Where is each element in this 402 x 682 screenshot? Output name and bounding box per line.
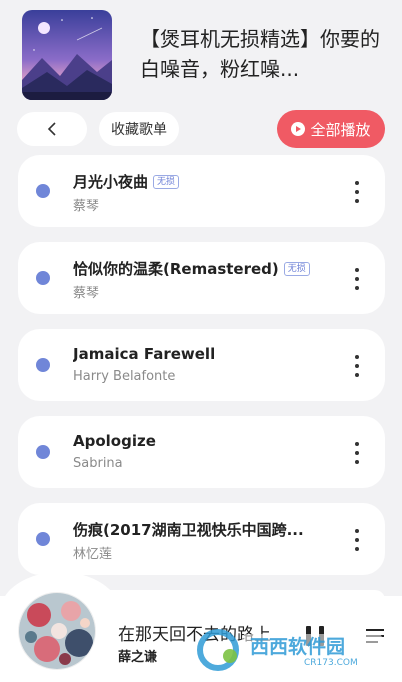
chevron-left-icon (47, 122, 56, 136)
playlist-header: 【煲耳机无损精选】你要的白噪音，粉红噪... (0, 0, 402, 110)
song-item[interactable]: 恰似你的温柔(Remastered) 无损 蔡琴 (18, 242, 385, 314)
collect-playlist-button[interactable]: 收藏歌单 (99, 112, 179, 146)
now-playing-artist: 薛之谦 (118, 650, 158, 665)
song-artist: Sabrina (73, 456, 123, 471)
song-title: 恰似你的温柔(Remastered) 无损 (73, 258, 310, 279)
song-title-text: 伤痕(2017湖南卫视快乐中国跨... (73, 521, 304, 539)
collect-playlist-label: 收藏歌单 (111, 122, 167, 138)
play-all-button[interactable]: 全部播放 (277, 110, 385, 148)
song-artist: Harry Belafonte (73, 369, 176, 384)
playlist-title: 【煲耳机无损精选】你要的白噪音，粉红噪... (140, 27, 380, 81)
song-dot (36, 445, 50, 459)
song-item[interactable]: 伤痕(2017湖南卫视快乐中国跨... 林忆莲 (18, 503, 385, 575)
back-button[interactable] (17, 112, 87, 146)
more-options-icon[interactable] (347, 529, 367, 551)
watermark-brand: 西西软件园 (250, 636, 346, 658)
now-playing-cover[interactable] (18, 592, 96, 670)
more-options-icon[interactable] (347, 355, 367, 377)
song-dot (36, 358, 50, 372)
lossless-badge: 无损 (153, 174, 180, 189)
song-title: 伤痕(2017湖南卫视快乐中国跨... (73, 519, 304, 540)
more-options-icon[interactable] (347, 442, 367, 464)
song-artist: 林忆莲 (73, 547, 113, 562)
song-title-text: Apologize (73, 432, 156, 450)
play-all-label: 全部播放 (310, 120, 371, 139)
song-title: Apologize (73, 432, 156, 450)
song-title-text: Jamaica Farewell (73, 345, 216, 363)
song-title: 月光小夜曲 无损 (73, 171, 180, 192)
song-title-text: 月光小夜曲 (73, 173, 149, 191)
song-title: Jamaica Farewell (73, 345, 215, 363)
song-item[interactable]: 月光小夜曲 无损 蔡琴 (18, 155, 385, 227)
playlist-cover-image (22, 10, 112, 100)
song-dot (36, 184, 50, 198)
more-options-icon[interactable] (347, 181, 367, 203)
more-options-icon[interactable] (347, 268, 367, 290)
song-item[interactable]: Apologize Sabrina (18, 416, 385, 488)
song-dot (36, 271, 50, 285)
song-item[interactable]: Jamaica Farewell Harry Belafonte (18, 329, 385, 401)
song-dot (36, 532, 50, 546)
watermark-url: CR173.COM (304, 658, 358, 668)
site-watermark-logo: 西西软件园 CR173.COM (196, 626, 386, 674)
song-artist: 蔡琴 (73, 286, 100, 301)
play-icon (291, 122, 306, 136)
song-title-text: 恰似你的温柔(Remastered) (73, 260, 279, 278)
song-artist: 蔡琴 (73, 199, 100, 214)
lossless-badge: 无损 (283, 261, 310, 276)
